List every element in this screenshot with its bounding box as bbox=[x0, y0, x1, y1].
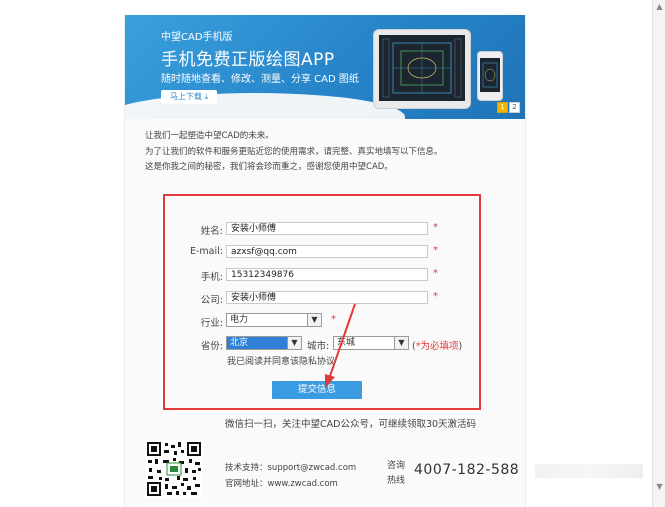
scroll-up-icon[interactable]: ▲ bbox=[655, 2, 664, 11]
red-arrow-annotation bbox=[325, 303, 356, 388]
vertical-scrollbar[interactable]: ▲ ▼ bbox=[652, 0, 665, 507]
intro-line-2: 为了让我们的软件和服务更贴近您的使用需求，请完整、真实地填写以下信息。 bbox=[145, 146, 443, 157]
hotline-label-line1: 咨询 bbox=[387, 461, 406, 471]
tablet-illustration bbox=[373, 29, 471, 109]
website-link[interactable]: 官网地址：www.zwcad.com bbox=[225, 477, 338, 489]
support-email[interactable]: 技术支持：support@zwcad.com bbox=[225, 461, 356, 473]
phone-illustration bbox=[477, 51, 503, 101]
intro-line-1: 让我们一起塑造中望CAD的未来。 bbox=[145, 131, 274, 141]
wechat-follow-text: 微信扫一扫，关注中望CAD公众号，可继续领取30天激活码 bbox=[225, 419, 477, 430]
cad-drawing-image bbox=[379, 35, 465, 101]
promo-banner[interactable]: 中望CAD手机版 手机免费正版绘图APP 随时随地查看、修改、测量、分享 CAD… bbox=[125, 15, 525, 119]
hotline-label-line2: 热线 bbox=[387, 476, 406, 486]
hotline-number: 4007-182-588 bbox=[414, 462, 520, 478]
registration-form: 姓名: 安装小师傅 * E-mail: azxsf@qq.com * 手机: 1… bbox=[163, 194, 481, 410]
banner-title: 手机免费正版绘图APP bbox=[161, 50, 335, 70]
qr-code-image bbox=[145, 440, 203, 498]
banner-subtitle: 随时随地查看、修改、测量、分享 CAD 图纸 bbox=[161, 74, 359, 85]
phone-screen bbox=[480, 58, 500, 92]
intro-text: 让我们一起塑造中望CAD的未来。 为了让我们的软件和服务更贴近您的使用需求，请完… bbox=[145, 129, 443, 176]
blurred-watermark bbox=[535, 464, 643, 478]
banner-page-1[interactable]: 1 bbox=[497, 102, 508, 113]
scroll-down-icon[interactable]: ▼ bbox=[655, 482, 664, 491]
banner-brand: 中望CAD手机版 bbox=[161, 32, 233, 43]
registration-page: 中望CAD手机版 手机免费正版绘图APP 随时随地查看、修改、测量、分享 CAD… bbox=[124, 15, 526, 507]
intro-line-3: 这是你我之间的秘密，我们将会珍而重之，感谢您使用中望CAD。 bbox=[145, 162, 393, 172]
banner-page-2[interactable]: 2 bbox=[509, 102, 520, 113]
download-button[interactable]: 马上下载 ⤓ bbox=[161, 90, 217, 104]
